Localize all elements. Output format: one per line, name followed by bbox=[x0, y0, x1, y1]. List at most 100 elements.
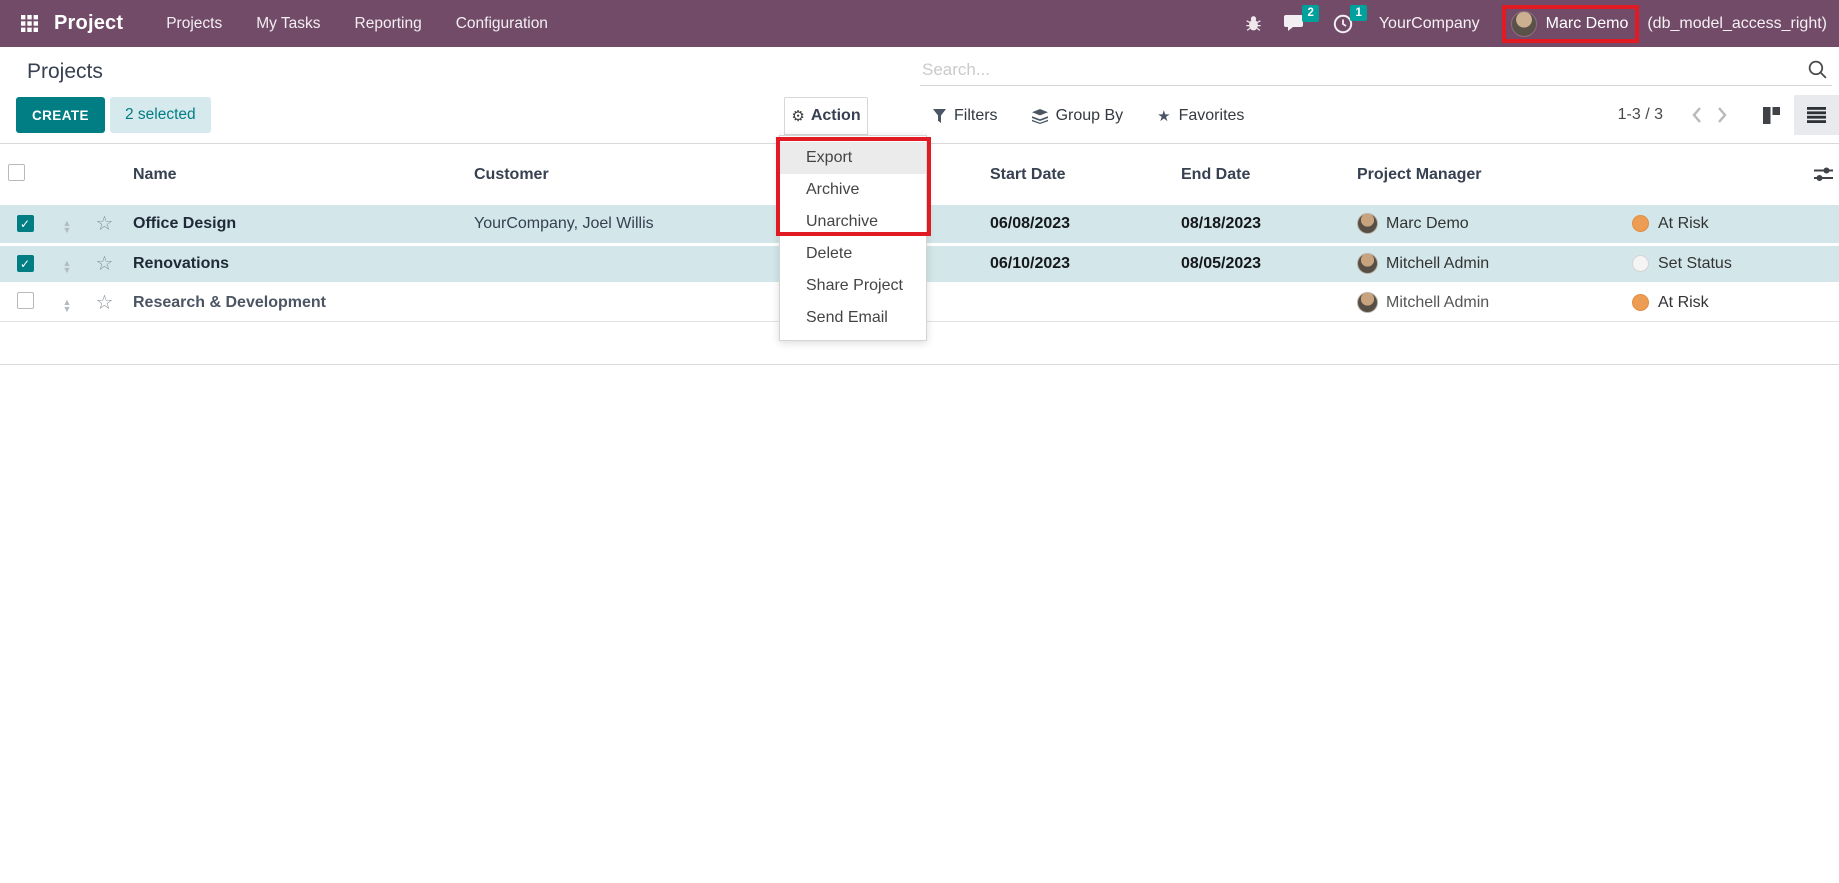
user-name: Marc Demo bbox=[1546, 15, 1629, 33]
favorites-label: Favorites bbox=[1179, 107, 1245, 125]
row-checkbox-checked[interactable]: ✓ bbox=[17, 215, 34, 232]
search-input[interactable]: Search... bbox=[922, 60, 990, 80]
create-button[interactable]: CREATE bbox=[16, 97, 105, 133]
end-date-cell[interactable] bbox=[1173, 283, 1349, 321]
chevron-right-icon bbox=[1717, 106, 1728, 124]
group-by-label: Group By bbox=[1056, 107, 1124, 125]
debug-bug-icon[interactable] bbox=[1245, 15, 1262, 32]
drag-handle-icon[interactable]: ▲▼ bbox=[63, 299, 72, 313]
status-cell[interactable]: Set Status bbox=[1620, 244, 1800, 283]
manager-name: Mitchell Admin bbox=[1386, 294, 1489, 312]
user-menu-highlighted[interactable]: Marc Demo bbox=[1502, 5, 1640, 43]
action-dropdown-menu: Export Archive Unarchive Delete Share Pr… bbox=[779, 135, 927, 341]
systray: 2 1 YourCompany Marc Demo (db_model_acce… bbox=[1245, 0, 1829, 47]
action-menu-button[interactable]: ⚙ Action bbox=[784, 97, 868, 135]
user-avatar bbox=[1511, 11, 1537, 37]
manager-avatar bbox=[1357, 292, 1378, 313]
row-checkbox-unchecked[interactable] bbox=[17, 292, 34, 309]
column-header-start-date[interactable]: Start Date bbox=[982, 144, 1173, 205]
group-by-layers-icon bbox=[1032, 109, 1048, 124]
menu-configuration[interactable]: Configuration bbox=[439, 0, 565, 47]
end-date-cell[interactable]: 08/05/2023 bbox=[1173, 244, 1349, 283]
menu-projects[interactable]: Projects bbox=[149, 0, 239, 47]
pager: 1-3 / 3 bbox=[1618, 95, 1839, 135]
menu-item-unarchive[interactable]: Unarchive bbox=[780, 206, 926, 238]
row-select-cell bbox=[0, 283, 50, 321]
project-name-cell[interactable]: Research & Development bbox=[125, 283, 466, 321]
list-view-button-active[interactable] bbox=[1794, 95, 1839, 135]
pager-previous-button[interactable] bbox=[1683, 100, 1709, 130]
favorite-star-icon[interactable]: ☆ bbox=[96, 292, 114, 314]
optional-columns-toggle[interactable] bbox=[1800, 144, 1839, 205]
row-spacer-cell bbox=[1800, 283, 1839, 321]
filter-funnel-icon bbox=[933, 109, 946, 123]
kanban-view-icon bbox=[1762, 107, 1781, 124]
manager-avatar bbox=[1357, 253, 1378, 274]
select-all-checkbox[interactable] bbox=[8, 164, 25, 181]
project-manager-cell[interactable]: Mitchell Admin bbox=[1349, 283, 1620, 321]
select-all-cell bbox=[0, 144, 50, 205]
row-spacer-cell bbox=[1800, 205, 1839, 244]
menu-reporting[interactable]: Reporting bbox=[338, 0, 439, 47]
activities-icon[interactable]: 1 bbox=[1333, 14, 1353, 34]
pager-next-button[interactable] bbox=[1709, 100, 1735, 130]
chevron-left-icon bbox=[1691, 106, 1702, 124]
status-label: Set Status bbox=[1658, 255, 1732, 273]
status-label: At Risk bbox=[1658, 294, 1709, 312]
column-header-project-manager[interactable]: Project Manager bbox=[1349, 144, 1620, 205]
start-date-cell[interactable]: 06/10/2023 bbox=[982, 244, 1173, 283]
manager-avatar bbox=[1357, 213, 1378, 234]
row-star-cell: ☆ bbox=[84, 205, 125, 244]
apps-grid-icon[interactable] bbox=[12, 0, 46, 47]
start-date-cell[interactable] bbox=[982, 283, 1173, 321]
menu-item-export[interactable]: Export bbox=[780, 142, 926, 174]
menu-my-tasks[interactable]: My Tasks bbox=[239, 0, 337, 47]
view-switcher bbox=[1749, 95, 1839, 135]
drag-handle-icon[interactable]: ▲▼ bbox=[63, 220, 72, 234]
status-dot-at-risk[interactable] bbox=[1632, 294, 1649, 311]
project-manager-cell[interactable]: Mitchell Admin bbox=[1349, 244, 1620, 283]
project-name-cell[interactable]: Office Design bbox=[125, 205, 466, 244]
favorite-star-icon[interactable]: ☆ bbox=[96, 213, 114, 235]
menu-item-send-email[interactable]: Send Email bbox=[780, 302, 926, 334]
row-handle-cell: ▲▼ bbox=[50, 283, 84, 321]
drag-handle-icon[interactable]: ▲▼ bbox=[63, 260, 72, 274]
project-manager-cell[interactable]: Marc Demo bbox=[1349, 205, 1620, 244]
search-icon[interactable] bbox=[1807, 59, 1828, 80]
row-spacer-cell bbox=[1800, 244, 1839, 283]
filters-button[interactable]: Filters bbox=[933, 107, 998, 125]
company-switcher[interactable]: YourCompany bbox=[1379, 15, 1480, 33]
row-checkbox-checked[interactable]: ✓ bbox=[17, 255, 34, 272]
kanban-view-button[interactable] bbox=[1749, 95, 1794, 135]
messages-count-badge: 2 bbox=[1302, 5, 1318, 22]
manager-name: Mitchell Admin bbox=[1386, 255, 1489, 273]
menu-item-archive[interactable]: Archive bbox=[780, 174, 926, 206]
status-dot-not-set[interactable] bbox=[1632, 255, 1649, 272]
favorite-star-icon[interactable]: ☆ bbox=[96, 253, 114, 275]
menu-item-delete[interactable]: Delete bbox=[780, 238, 926, 270]
manager-name: Marc Demo bbox=[1386, 215, 1469, 233]
column-header-status bbox=[1620, 144, 1800, 205]
start-date-cell[interactable]: 06/08/2023 bbox=[982, 205, 1173, 244]
column-options-sliders-icon bbox=[1814, 167, 1833, 182]
gear-icon: ⚙ bbox=[791, 107, 804, 125]
status-label: At Risk bbox=[1658, 215, 1709, 233]
page-title: Projects bbox=[27, 60, 103, 84]
favorites-button[interactable]: ★ Favorites bbox=[1157, 107, 1244, 125]
group-by-button[interactable]: Group By bbox=[1032, 107, 1124, 125]
list-view-icon bbox=[1807, 107, 1826, 123]
pager-range: 1-3 / 3 bbox=[1618, 106, 1663, 124]
star-column-header bbox=[84, 144, 125, 205]
row-star-cell: ☆ bbox=[84, 283, 125, 321]
status-cell[interactable]: At Risk bbox=[1620, 283, 1800, 321]
status-dot-at-risk[interactable] bbox=[1632, 215, 1649, 232]
column-header-end-date[interactable]: End Date bbox=[1173, 144, 1349, 205]
column-header-name[interactable]: Name bbox=[125, 144, 466, 205]
menu-item-share-project[interactable]: Share Project bbox=[780, 270, 926, 302]
project-name-cell[interactable]: Renovations bbox=[125, 244, 466, 283]
app-brand-title[interactable]: Project bbox=[54, 12, 123, 35]
messages-icon[interactable]: 2 bbox=[1284, 14, 1305, 33]
status-cell[interactable]: At Risk bbox=[1620, 205, 1800, 244]
search-bar[interactable]: Search... bbox=[920, 54, 1832, 86]
end-date-cell[interactable]: 08/18/2023 bbox=[1173, 205, 1349, 244]
